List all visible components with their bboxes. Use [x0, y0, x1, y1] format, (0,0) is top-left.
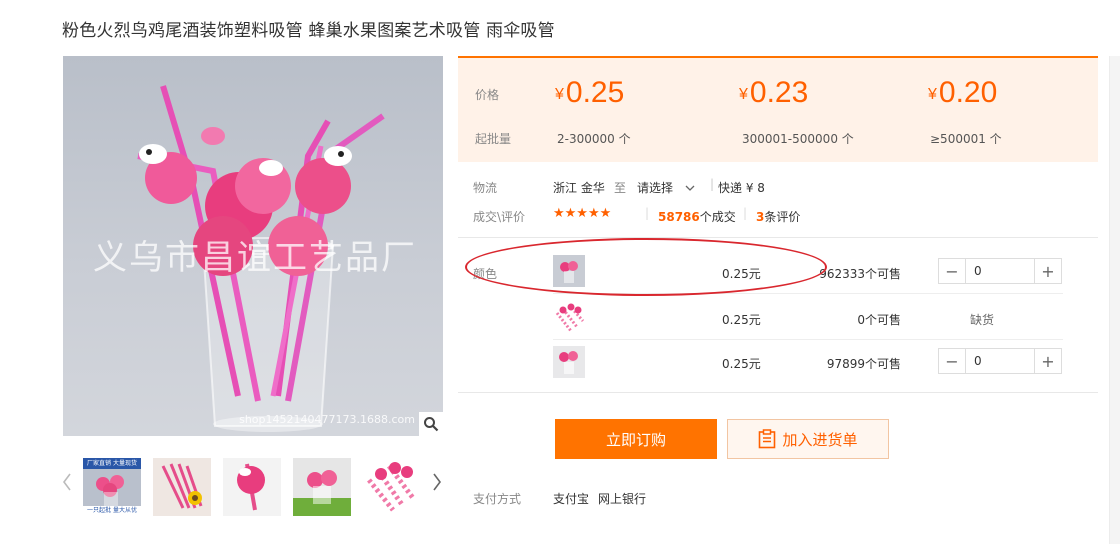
thumb-caption-bottom: 一只起批 量大从优	[83, 506, 141, 516]
sku-3-minus-button[interactable]: −	[939, 349, 966, 373]
highlight-annotation	[465, 238, 827, 296]
zoom-button[interactable]	[419, 412, 443, 436]
sku-2-stock: 0个可售	[857, 313, 901, 327]
order-now-button[interactable]: 立即订购	[555, 419, 717, 459]
price-label: 价格	[475, 88, 500, 102]
page-scrollbar[interactable]	[1109, 56, 1120, 544]
sku-3-price: 0.25元	[722, 357, 761, 371]
tier-3-range: ≥500001 个	[930, 132, 1002, 146]
sku-3-stock: 97899个可售	[826, 357, 901, 371]
sku-thumb-3[interactable]	[553, 346, 585, 378]
express-fee: 快递 ¥ 8	[718, 181, 765, 195]
logistics-origin: 浙江 金华	[553, 181, 605, 195]
deals-count[interactable]: 58786个成交	[658, 208, 736, 225]
product-main-image[interactable]: 义乌市昌谊工艺品厂 shop1452140477173.1688.com	[63, 56, 443, 436]
sku-3-qty-input[interactable]	[966, 349, 1034, 373]
logistics-to: 至	[614, 181, 627, 195]
section-divider	[458, 237, 1098, 238]
payment-label: 支付方式	[473, 492, 522, 506]
sku-2-soldout: 缺货	[970, 313, 995, 327]
tier-2-range: 300001-500000 个	[742, 132, 854, 146]
clipboard-icon	[759, 429, 776, 449]
thumbnail-strip: 厂家直销 大量现货 一只起批 量大从优	[60, 456, 450, 518]
thumb-next-button[interactable]	[430, 472, 444, 497]
image-watermark: 义乌市昌谊工艺品厂	[93, 238, 417, 278]
logistics-label: 物流	[473, 181, 498, 195]
payment-alipay: 支付宝	[553, 492, 590, 506]
sku-1-price: 0.25元	[722, 267, 761, 281]
destination-select[interactable]: 请选择	[637, 179, 695, 196]
sku-thumb-1[interactable]	[553, 255, 585, 287]
shop-url-mark: shop1452140477173.1688.com	[239, 413, 415, 426]
tier-2-price: ¥0.23	[739, 76, 809, 109]
thumb-prev-button[interactable]	[60, 472, 74, 497]
sku-1-qty-stepper: − +	[938, 258, 1062, 284]
sku-3-plus-button[interactable]: +	[1034, 349, 1061, 373]
moq-label: 起批量	[475, 132, 512, 146]
tier-1-price: ¥0.25	[555, 76, 625, 109]
thumbnail-3[interactable]	[223, 458, 281, 516]
chevron-left-icon	[63, 473, 71, 491]
rating-stars: ★★★★★	[553, 206, 612, 221]
tier-1-range: 2-300000 个	[557, 132, 631, 146]
chevron-right-icon	[433, 473, 441, 491]
thumbnail-5[interactable]	[363, 458, 421, 516]
sku-1-qty-input[interactable]	[966, 259, 1034, 283]
payment-netbank: 网上银行	[598, 492, 647, 506]
thumbnail-1[interactable]: 厂家直销 大量现货 一只起批 量大从优	[81, 456, 143, 518]
sku-thumb-2[interactable]	[553, 301, 585, 333]
product-title: 粉色火烈鸟鸡尾酒装饰塑料吸管 蜂巢水果图案艺术吸管 雨伞吸管	[62, 21, 555, 41]
tier-3-price: ¥0.20	[928, 76, 998, 109]
review-count[interactable]: 3条评价	[756, 208, 800, 225]
sku-2-price: 0.25元	[722, 313, 761, 327]
add-to-cart-button[interactable]: 加入进货单	[727, 419, 889, 459]
sku-1-minus-button[interactable]: −	[939, 259, 966, 283]
color-label: 颜色	[473, 267, 498, 281]
sku-1-plus-button[interactable]: +	[1034, 259, 1061, 283]
sku-1-stock: 962333个可售	[819, 267, 901, 281]
deals-reviews-label: 成交\评价	[473, 210, 526, 224]
thumbnail-2[interactable]	[153, 458, 211, 516]
sku-bottom-divider	[458, 392, 1098, 393]
magnifier-icon	[424, 417, 439, 432]
sku-3-qty-stepper: − +	[938, 348, 1062, 374]
thumbnail-4[interactable]	[293, 458, 351, 516]
chevron-down-icon	[685, 185, 695, 191]
price-panel: 价格 起批量 ¥0.25 ¥0.23 ¥0.20 2-300000 个 3000…	[458, 56, 1098, 162]
